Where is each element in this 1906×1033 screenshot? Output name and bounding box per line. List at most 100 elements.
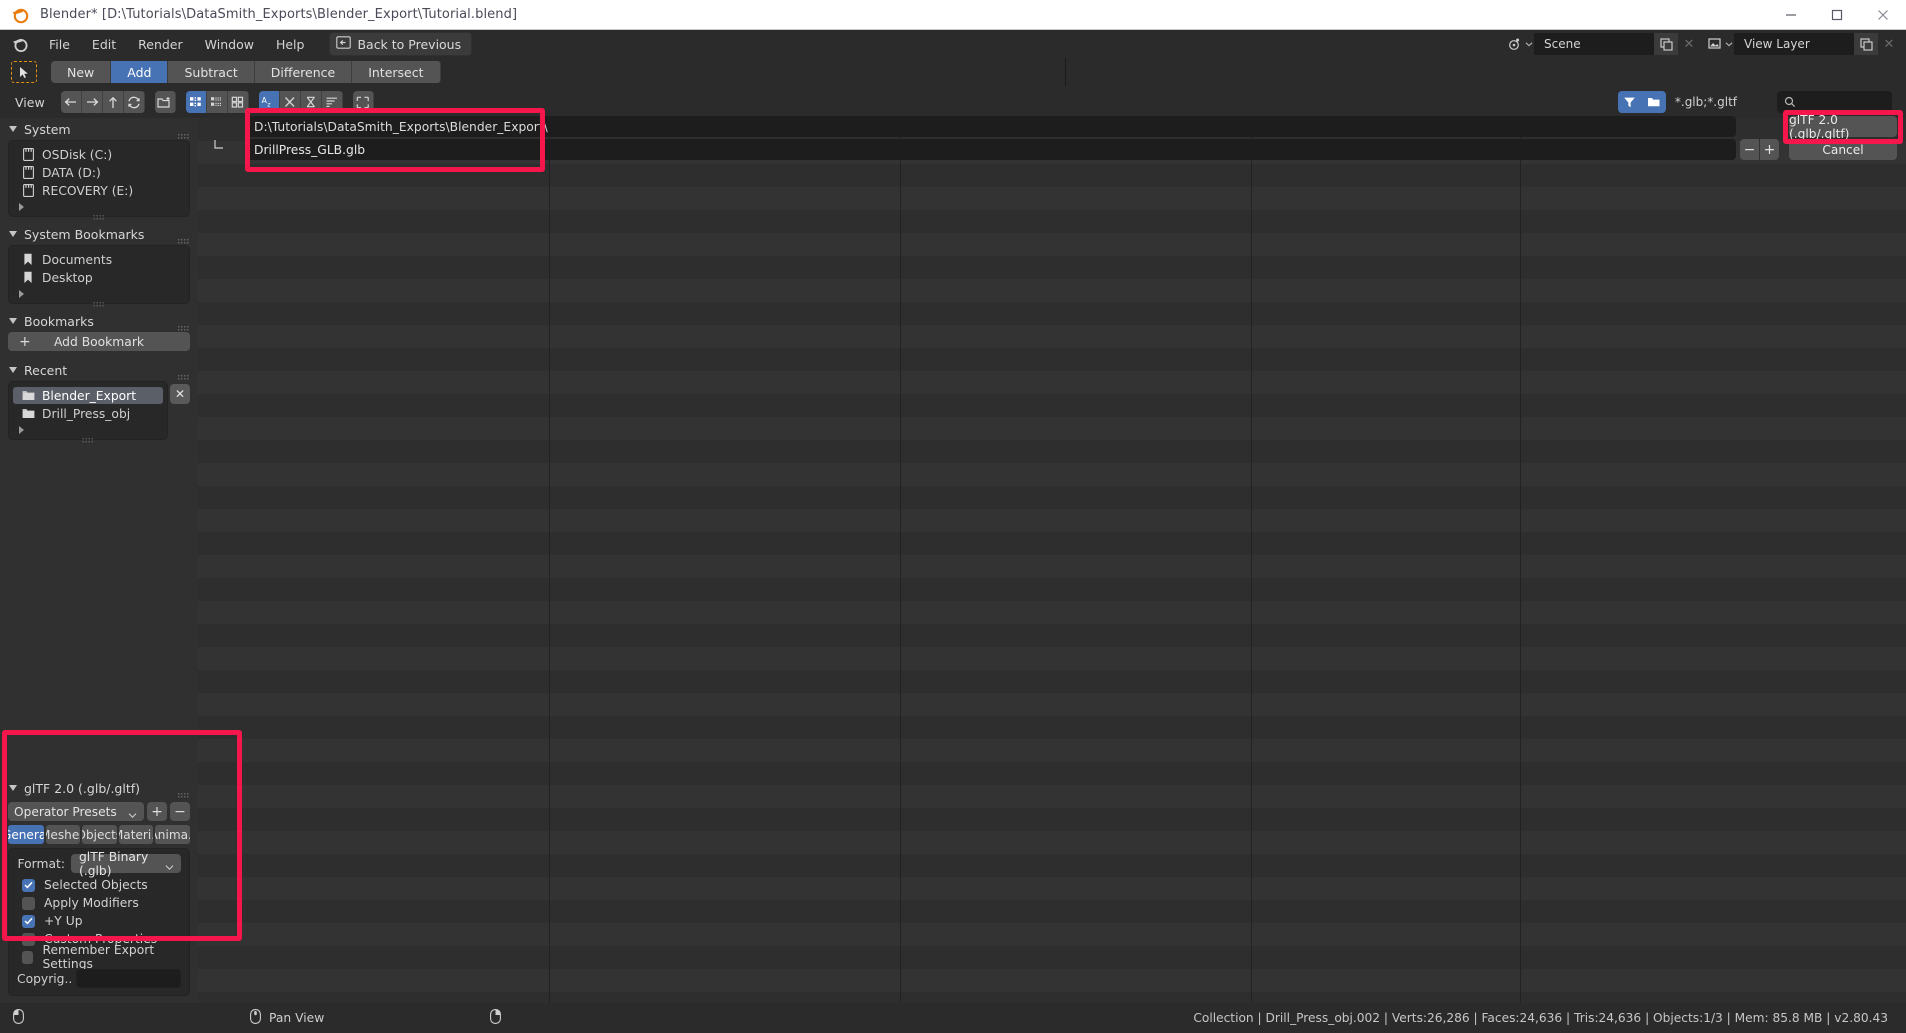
filter-folders-icon[interactable]: [1641, 91, 1666, 113]
remove-preset-button[interactable]: −: [170, 802, 190, 821]
panel-resize-handle[interactable]: [9, 287, 189, 307]
sort-extension-icon[interactable]: [279, 91, 301, 113]
maximize-icon[interactable]: [1814, 0, 1860, 30]
add-bookmark-button[interactable]: + Add Bookmark: [8, 332, 190, 351]
file-row[interactable]: [198, 647, 1906, 670]
search-input[interactable]: [1777, 91, 1892, 113]
file-row[interactable]: [198, 371, 1906, 394]
mode-add-button[interactable]: Add: [111, 61, 169, 83]
menu-file[interactable]: File: [38, 34, 81, 55]
menu-edit[interactable]: Edit: [81, 34, 127, 55]
file-row[interactable]: [198, 785, 1906, 808]
menu-help[interactable]: Help: [265, 34, 316, 55]
display-list-vertical-icon[interactable]: [185, 91, 207, 113]
checkbox-row[interactable]: +Y Up: [9, 912, 189, 930]
file-row[interactable]: [198, 279, 1906, 302]
copyright-input[interactable]: [76, 969, 181, 988]
list-item[interactable]: Blender_Export: [13, 387, 163, 404]
mode-difference-button[interactable]: Difference: [254, 61, 353, 83]
file-row[interactable]: [198, 463, 1906, 486]
file-row[interactable]: [198, 670, 1906, 693]
file-row[interactable]: [198, 624, 1906, 647]
filename-increment-button[interactable]: +: [1760, 139, 1779, 160]
mode-intersect-button[interactable]: Intersect: [352, 61, 441, 83]
file-row[interactable]: [198, 601, 1906, 624]
scene-duplicate-icon[interactable]: [1654, 33, 1678, 55]
file-row[interactable]: [198, 831, 1906, 854]
directory-path-input[interactable]: D:\Tutorials\DataSmith_Exports\Blender_E…: [246, 116, 1736, 137]
nav-back-icon[interactable]: [60, 91, 82, 113]
list-item[interactable]: Documents: [13, 251, 185, 268]
filter-funnel-icon[interactable]: [1617, 91, 1642, 113]
list-item[interactable]: OSDisk (C:): [13, 146, 185, 163]
file-row[interactable]: [198, 808, 1906, 831]
scene-selector[interactable]: Scene ✕: [1506, 33, 1700, 55]
file-row[interactable]: [198, 417, 1906, 440]
file-row[interactable]: [198, 164, 1906, 187]
file-row[interactable]: [198, 716, 1906, 739]
menu-window[interactable]: Window: [194, 34, 265, 55]
display-list-horizontal-icon[interactable]: [206, 91, 228, 113]
nav-refresh-icon[interactable]: [123, 91, 145, 113]
file-row[interactable]: [198, 440, 1906, 463]
list-item[interactable]: RECOVERY (E:): [13, 182, 185, 199]
file-row[interactable]: [198, 555, 1906, 578]
filename-input[interactable]: DrillPress_GLB.glb: [246, 139, 1736, 160]
back-to-previous-button[interactable]: Back to Previous: [329, 32, 473, 56]
new-folder-icon[interactable]: [154, 91, 176, 113]
view-layer-name-field[interactable]: View Layer: [1734, 33, 1854, 55]
list-item[interactable]: Desktop: [13, 269, 185, 286]
file-row[interactable]: [198, 578, 1906, 601]
panel-resize-handle[interactable]: [9, 200, 189, 220]
file-row[interactable]: [198, 532, 1906, 555]
operator-presets-dropdown[interactable]: Operator Presets: [8, 802, 144, 821]
view-layer-selector[interactable]: View Layer ✕: [1706, 33, 1900, 55]
add-preset-button[interactable]: +: [147, 802, 167, 821]
cancel-button[interactable]: Cancel: [1789, 139, 1897, 160]
tab-meshes[interactable]: Meshes: [45, 825, 81, 844]
filename-decrement-button[interactable]: −: [1740, 139, 1759, 160]
tab-general[interactable]: General: [8, 825, 44, 844]
sort-alphabetical-icon[interactable]: A z: [258, 91, 280, 113]
section-header-recent[interactable]: Recent: [0, 359, 198, 381]
custom-properties-checkbox[interactable]: [22, 932, 35, 946]
view-menu[interactable]: View: [15, 95, 45, 110]
toggle-hidden-files-icon[interactable]: [352, 91, 374, 113]
list-item[interactable]: DATA (D:): [13, 164, 185, 181]
nav-forward-icon[interactable]: [81, 91, 103, 113]
view-layer-duplicate-icon[interactable]: [1854, 33, 1878, 55]
scene-name-field[interactable]: Scene: [1534, 33, 1654, 55]
file-row[interactable]: [198, 992, 1906, 1003]
file-row[interactable]: [198, 187, 1906, 210]
column-divider-2[interactable]: [900, 118, 901, 1003]
checkbox-row[interactable]: Remember Export Settings: [9, 943, 189, 971]
column-divider-3[interactable]: [1251, 118, 1252, 1003]
scene-remove-icon[interactable]: ✕: [1678, 33, 1700, 55]
menu-render[interactable]: Render: [127, 34, 194, 55]
section-header-gltf[interactable]: glTF 2.0 (.glb/.gltf): [0, 777, 198, 799]
format-dropdown[interactable]: glTF Binary (.glb): [71, 850, 181, 878]
checkbox-row[interactable]: Selected Objects: [9, 876, 189, 894]
tab-animation[interactable]: Anima..: [155, 825, 190, 844]
file-row[interactable]: [198, 210, 1906, 233]
column-divider-4[interactable]: [1520, 118, 1521, 1003]
file-row[interactable]: [198, 233, 1906, 256]
apply-modifiers-checkbox[interactable]: [22, 896, 35, 910]
selected-objects-checkbox[interactable]: [22, 878, 35, 892]
close-icon[interactable]: [1860, 0, 1906, 30]
mode-subtract-button[interactable]: Subtract: [168, 61, 255, 83]
section-header-system-bookmarks[interactable]: System Bookmarks: [0, 223, 198, 245]
section-header-bookmarks[interactable]: Bookmarks: [0, 310, 198, 332]
sort-time-icon[interactable]: [300, 91, 322, 113]
file-row[interactable]: [198, 693, 1906, 716]
checkbox-row[interactable]: Apply Modifiers: [9, 894, 189, 912]
minimize-icon[interactable]: [1768, 0, 1814, 30]
column-divider-1[interactable]: [549, 118, 550, 1003]
file-row[interactable]: [198, 486, 1906, 509]
file-row[interactable]: [198, 854, 1906, 877]
file-row[interactable]: [198, 348, 1906, 371]
clear-recent-button[interactable]: ✕: [170, 384, 190, 404]
tab-materials[interactable]: Materi..: [118, 825, 154, 844]
file-row[interactable]: [198, 969, 1906, 992]
mode-new-button[interactable]: New: [51, 61, 112, 83]
